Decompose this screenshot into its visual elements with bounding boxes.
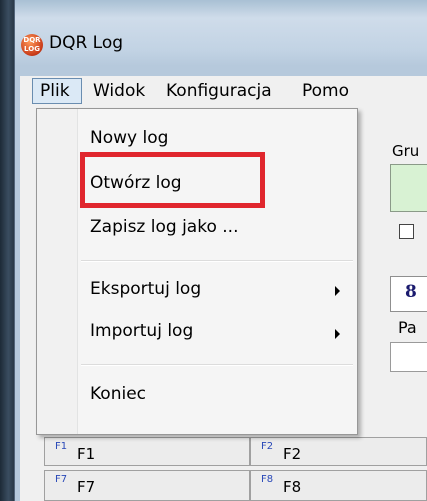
green-input-field[interactable] xyxy=(390,164,427,212)
submenu-arrow-icon xyxy=(335,286,340,296)
menu-item-koniec[interactable]: Koniec xyxy=(90,384,146,404)
frequency-value: 8 xyxy=(405,282,417,302)
function-key-f2[interactable]: F2 F2 xyxy=(250,437,427,466)
fkey-number: F8 xyxy=(261,474,274,485)
menu-item-importuj-log[interactable]: Importuj log xyxy=(90,321,193,341)
menu-item-nowy-log[interactable]: Nowy log xyxy=(90,128,168,148)
fkey-number: F1 xyxy=(55,441,68,452)
fkey-label: F1 xyxy=(77,445,96,463)
fkey-label: F2 xyxy=(283,445,302,463)
menu-item-eksportuj-log[interactable]: Eksportuj log xyxy=(90,279,201,299)
function-key-f8[interactable]: F8 F8 xyxy=(250,470,427,501)
fkey-label: F7 xyxy=(77,478,96,496)
fkey-number: F7 xyxy=(55,474,68,485)
checkbox[interactable] xyxy=(399,224,414,239)
red-highlight-box xyxy=(80,152,265,208)
menu-separator xyxy=(81,260,353,262)
menu-icon-column xyxy=(37,109,78,434)
pa-input-field[interactable] xyxy=(390,342,427,372)
group-label: Gru xyxy=(392,142,420,160)
function-key-f7[interactable]: F7 F7 xyxy=(44,470,250,501)
menu-bar: Plik Widok Konfiguracja Pomo xyxy=(20,76,427,106)
fkey-label: F8 xyxy=(283,478,302,496)
dqr-log-app-icon[interactable]: DQR LOG xyxy=(21,34,43,56)
fkey-number: F2 xyxy=(261,441,274,452)
menu-item-zapisz-log-jako[interactable]: Zapisz log jako ... xyxy=(90,217,238,237)
menu-plik[interactable]: Plik xyxy=(32,78,82,104)
desktop-background xyxy=(0,0,14,501)
menu-widok[interactable]: Widok xyxy=(86,78,152,104)
submenu-arrow-icon xyxy=(335,329,340,339)
pa-label: Pa xyxy=(398,318,417,337)
window-title: DQR Log xyxy=(49,33,124,53)
title-bar[interactable]: DQR LOG DQR Log xyxy=(15,18,427,66)
menu-konfiguracja[interactable]: Konfiguracja xyxy=(159,78,279,104)
menu-separator xyxy=(81,364,353,366)
function-key-f1[interactable]: F1 F1 xyxy=(44,437,250,466)
menu-pomoc[interactable]: Pomo xyxy=(295,78,356,104)
